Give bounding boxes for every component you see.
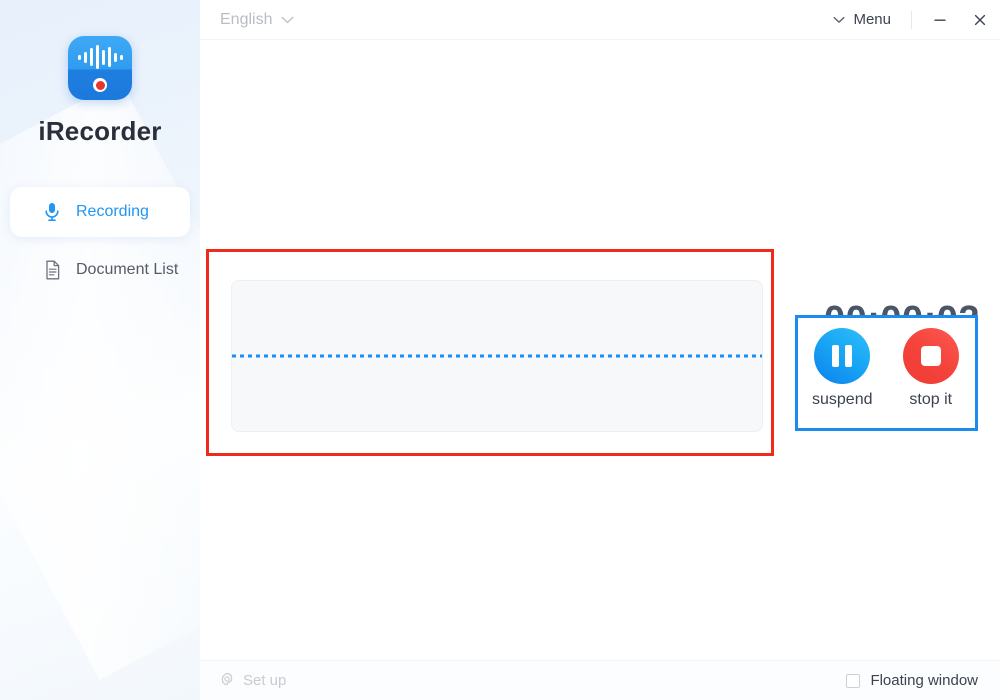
menu-button[interactable]: Menu	[821, 11, 903, 28]
irecorder-window: iRecorder Recording Document List Englis…	[0, 0, 1000, 700]
pause-icon	[814, 328, 871, 384]
titlebar-divider	[911, 10, 912, 29]
sidebar-item-label: Recording	[76, 203, 149, 220]
sidebar-nav: Recording Document List	[0, 187, 200, 295]
controls-annotation-box: suspend stop it	[795, 315, 978, 431]
minimize-button[interactable]	[920, 0, 960, 40]
waveform-annotation-box	[206, 249, 774, 456]
language-label: English	[220, 10, 273, 28]
stop-button[interactable]: stop it	[893, 328, 969, 409]
content-area: 00:00:02 suspend stop it	[200, 40, 1000, 660]
app-waveform-record-icon	[68, 36, 132, 100]
chevron-down-icon	[281, 11, 295, 29]
sidebar-item-document-list[interactable]: Document List	[10, 245, 190, 295]
suspend-button[interactable]: suspend	[804, 328, 880, 409]
waveform-baseline	[232, 354, 762, 358]
setup-button[interactable]: Set up	[220, 672, 286, 690]
main-area: English Menu suspend stop it Set up Floa…	[200, 0, 1000, 700]
menu-label: Menu	[853, 11, 891, 28]
stop-icon	[902, 328, 959, 384]
sidebar: iRecorder Recording Document List	[0, 0, 200, 700]
brand-block: iRecorder	[0, 0, 200, 147]
floating-window-toggle[interactable]: Floating window	[846, 672, 978, 689]
suspend-label: suspend	[812, 391, 873, 408]
setup-label: Set up	[243, 672, 287, 689]
document-icon	[42, 259, 62, 281]
close-button[interactable]	[960, 0, 1000, 40]
gear-icon	[220, 672, 234, 690]
sidebar-item-label: Document List	[76, 261, 179, 278]
icon-waveform	[68, 44, 132, 70]
app-title: iRecorder	[38, 116, 162, 146]
titlebar: English Menu	[200, 0, 1000, 40]
language-selector[interactable]: English	[220, 10, 295, 29]
waveform-panel[interactable]	[231, 280, 763, 432]
floating-window-checkbox[interactable]	[846, 673, 861, 688]
bottombar: Set up Floating window	[200, 660, 1000, 700]
sidebar-item-recording[interactable]: Recording	[10, 187, 190, 237]
microphone-icon	[42, 201, 62, 223]
icon-record-dot	[93, 78, 107, 92]
chevron-down-icon	[833, 11, 845, 28]
stop-label: stop it	[909, 391, 953, 408]
floating-window-label: Floating window	[870, 672, 978, 689]
